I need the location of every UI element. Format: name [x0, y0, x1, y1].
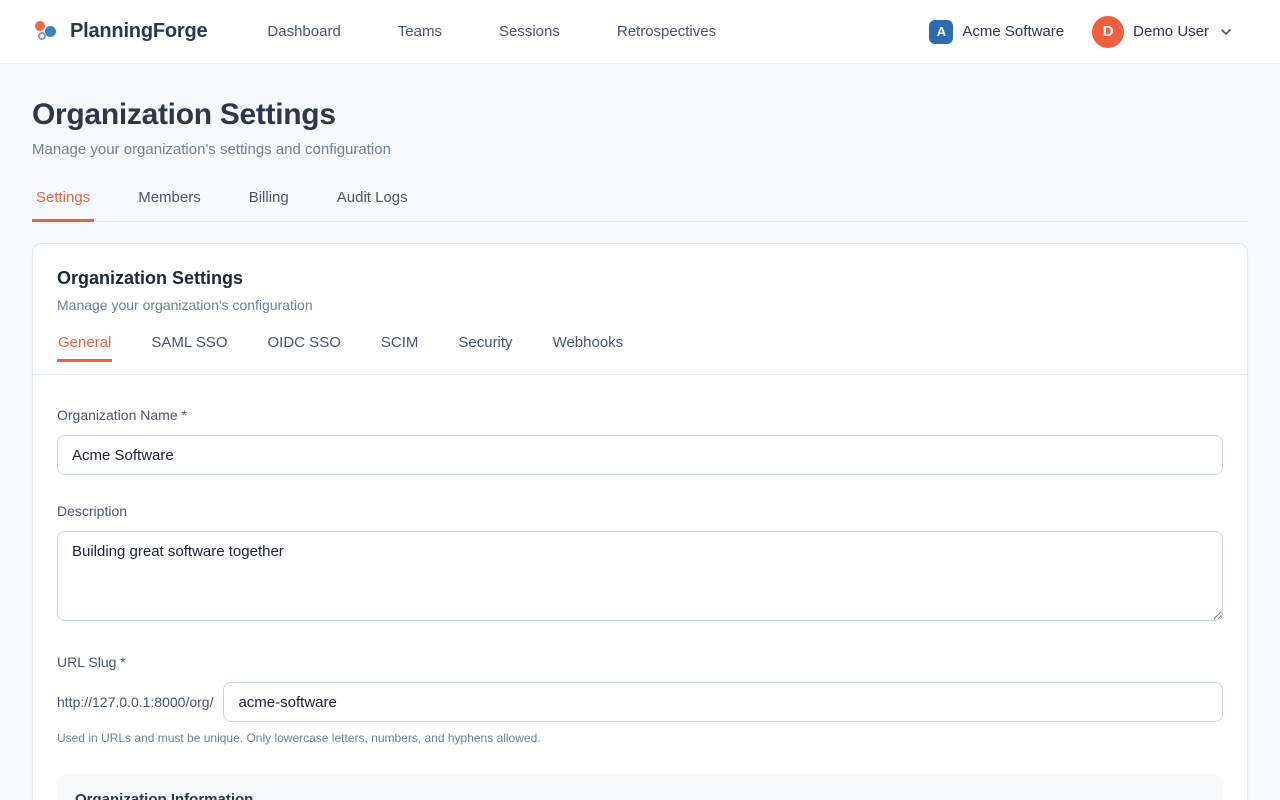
planningforge-logo-icon [34, 19, 60, 45]
subtab-scim[interactable]: SCIM [380, 334, 420, 362]
org-info-panel-title: Organization Information [75, 791, 1205, 800]
nav-item-retrospectives[interactable]: Retrospectives [617, 23, 716, 40]
subtab-general[interactable]: General [57, 334, 112, 362]
logo-dot-ring [38, 32, 46, 40]
user-menu[interactable]: D Demo User [1092, 16, 1232, 48]
subtab-security[interactable]: Security [457, 334, 513, 362]
card-subtitle: Manage your organization's configuration [57, 297, 1223, 313]
page-title: Organization Settings [32, 98, 1248, 132]
url-slug-input[interactable] [223, 682, 1223, 722]
org-name-label: Organization Name * [57, 407, 1223, 423]
tab-settings[interactable]: Settings [32, 189, 94, 222]
card-title: Organization Settings [57, 268, 1223, 289]
url-slug-label: URL Slug * [57, 654, 1223, 670]
org-name-input[interactable] [57, 435, 1223, 475]
settings-card: Organization Settings Manage your organi… [32, 243, 1248, 800]
logo-dot-orange [35, 21, 45, 31]
top-navbar: PlanningForge Dashboard Teams Sessions R… [0, 0, 1280, 64]
org-badge: A [929, 20, 953, 44]
description-field: Description Building great software toge… [57, 503, 1223, 626]
user-avatar: D [1092, 16, 1124, 48]
nav-item-sessions[interactable]: Sessions [499, 23, 560, 40]
main-nav: Dashboard Teams Sessions Retrospectives [267, 23, 716, 40]
url-slug-prefix: http://127.0.0.1:8000/org/ [57, 694, 213, 710]
nav-item-dashboard[interactable]: Dashboard [267, 23, 340, 40]
logo-dot-blue [45, 26, 56, 37]
org-switcher[interactable]: A Acme Software [929, 20, 1064, 44]
description-label: Description [57, 503, 1223, 519]
url-slug-help: Used in URLs and must be unique. Only lo… [57, 731, 1223, 745]
user-name-label: Demo User [1133, 23, 1209, 40]
subtab-saml-sso[interactable]: SAML SSO [150, 334, 228, 362]
settings-card-header: Organization Settings Manage your organi… [33, 244, 1247, 375]
general-settings-form: Organization Name * Description Building… [33, 375, 1247, 800]
brand-name[interactable]: PlanningForge [70, 20, 207, 43]
subtab-oidc-sso[interactable]: OIDC SSO [267, 334, 342, 362]
tab-audit-logs[interactable]: Audit Logs [333, 189, 412, 222]
org-info-panel: Organization Information [57, 775, 1223, 800]
tab-members[interactable]: Members [134, 189, 205, 222]
nav-item-teams[interactable]: Teams [398, 23, 442, 40]
org-tabs: Settings Members Billing Audit Logs [32, 189, 1248, 222]
tab-billing[interactable]: Billing [245, 189, 293, 222]
page-content: Organization Settings Manage your organi… [0, 64, 1280, 800]
chevron-down-icon [1220, 26, 1232, 38]
description-input[interactable]: Building great software together [57, 531, 1223, 621]
org-name-label: Acme Software [962, 23, 1064, 40]
url-slug-field: URL Slug * http://127.0.0.1:8000/org/ Us… [57, 654, 1223, 745]
org-name-field: Organization Name * [57, 407, 1223, 475]
subtab-webhooks[interactable]: Webhooks [552, 334, 625, 362]
settings-subtabs: General SAML SSO OIDC SSO SCIM Security … [57, 334, 1223, 362]
page-subtitle: Manage your organization's settings and … [32, 141, 1248, 158]
